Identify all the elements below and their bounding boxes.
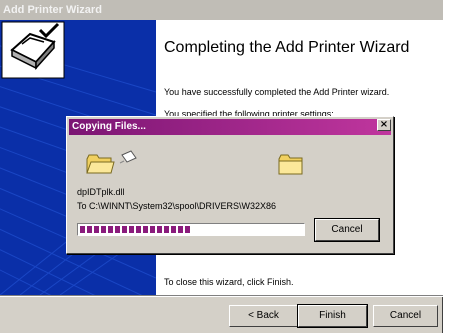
flying-document-icon [119,150,137,164]
wizard-titlebar[interactable]: Add Printer Wizard [0,0,443,20]
copying-files-dialog: Copying Files... × dpIDTplk.dll To C:\WI… [66,116,394,254]
copy-file-name: dpIDTplk.dll [77,187,125,197]
button-divider [0,295,443,297]
copy-cancel-button[interactable]: Cancel [314,218,380,242]
copy-dialog-title: Copying Files... [72,121,146,132]
copy-destination-path: To C:\WINNT\System32\spool\DRIVERS\W32X8… [77,201,277,211]
destination-folder-icon [278,154,303,175]
copy-progress-fill [80,226,191,233]
wizard-close-instruction: To close this wizard, click Finish. [164,277,294,287]
back-button[interactable]: < Back [229,305,298,327]
printer-check-icon [1,21,65,79]
copy-progress-bar [77,223,305,236]
wizard-cancel-button[interactable]: Cancel [373,305,438,327]
finish-button[interactable]: Finish [297,304,368,328]
source-folder-icon [86,154,115,174]
wizard-heading: Completing the Add Printer Wizard [164,39,410,56]
close-icon[interactable]: × [377,119,391,131]
copy-dialog-titlebar[interactable]: Copying Files... [69,119,391,135]
wizard-success-text: You have successfully completed the Add … [164,87,390,97]
